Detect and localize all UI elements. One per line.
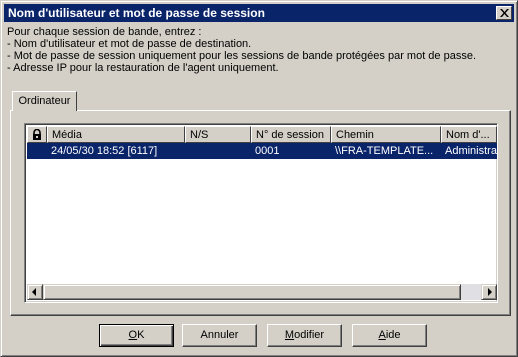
close-button[interactable] bbox=[496, 6, 512, 20]
scroll-left-button[interactable] bbox=[27, 284, 43, 300]
lock-icon bbox=[33, 129, 41, 140]
instructions-text: Pour chaque session de bande, entrez : -… bbox=[7, 26, 512, 74]
column-label: N/S bbox=[190, 129, 209, 141]
horizontal-scrollbar[interactable] bbox=[27, 284, 497, 300]
button-label: K bbox=[137, 329, 145, 341]
button-label: Annuler bbox=[200, 329, 239, 341]
arrow-right-icon bbox=[488, 288, 492, 296]
column-label: N° de session bbox=[256, 129, 324, 141]
column-header-lock[interactable] bbox=[27, 126, 47, 143]
close-icon bbox=[500, 9, 509, 17]
table-row[interactable]: 24/05/30 18:52 [6117] 0001 \\FRA-TEMPLAT… bbox=[27, 143, 497, 159]
dialog-window: Nom d'utilisateur et mot de passe de ses… bbox=[0, 0, 518, 357]
cell-ns bbox=[185, 143, 251, 159]
button-label-mnemonic: O bbox=[128, 329, 138, 341]
window-title: Nom d'utilisateur et mot de passe de ses… bbox=[8, 6, 265, 20]
button-label-mnemonic: A bbox=[378, 329, 386, 341]
button-label-mnemonic: M bbox=[284, 329, 295, 341]
column-label: Chemin bbox=[336, 129, 374, 141]
cell-path: \\FRA-TEMPLATE... bbox=[335, 145, 434, 157]
instruction-line: - Adresse IP pour la restauration de l'a… bbox=[7, 62, 279, 74]
button-label: odifier bbox=[294, 329, 325, 341]
cell-name: Administrat bbox=[445, 145, 497, 157]
button-label: ide bbox=[385, 329, 401, 341]
column-label: Média bbox=[52, 129, 82, 141]
modify-button[interactable]: Modifier bbox=[267, 324, 342, 347]
scroll-right-button[interactable] bbox=[481, 284, 497, 300]
session-list[interactable]: Média N/S N° de session Chemin Nom d'...… bbox=[24, 123, 498, 303]
instruction-line: - Nom d'utilisateur et mot de passe de d… bbox=[7, 38, 252, 50]
list-header: Média N/S N° de session Chemin Nom d'... bbox=[27, 126, 497, 143]
ok-button[interactable]: OK bbox=[99, 324, 174, 347]
help-button[interactable]: Aide bbox=[352, 324, 427, 347]
tab-ordinateur[interactable]: Ordinateur bbox=[12, 91, 77, 111]
instruction-line: Pour chaque session de bande, entrez : bbox=[7, 26, 202, 38]
instruction-line: - Mot de passe de session uniquement pou… bbox=[7, 50, 477, 62]
arrow-left-icon bbox=[32, 288, 36, 296]
title-bar[interactable]: Nom d'utilisateur et mot de passe de ses… bbox=[4, 4, 514, 22]
cell-session: 0001 bbox=[255, 145, 280, 157]
column-header-name[interactable]: Nom d'... bbox=[441, 126, 497, 143]
column-header-media[interactable]: Média bbox=[47, 126, 185, 143]
column-header-session[interactable]: N° de session bbox=[251, 126, 331, 143]
scroll-thumb[interactable] bbox=[43, 284, 461, 300]
cancel-button[interactable]: Annuler bbox=[182, 324, 257, 347]
tab-label: Ordinateur bbox=[18, 95, 71, 107]
column-header-ns[interactable]: N/S bbox=[185, 126, 251, 143]
column-header-path[interactable]: Chemin bbox=[331, 126, 441, 143]
column-label: Nom d'... bbox=[446, 129, 490, 141]
cell-media: 24/05/30 18:52 [6117] bbox=[51, 145, 158, 157]
